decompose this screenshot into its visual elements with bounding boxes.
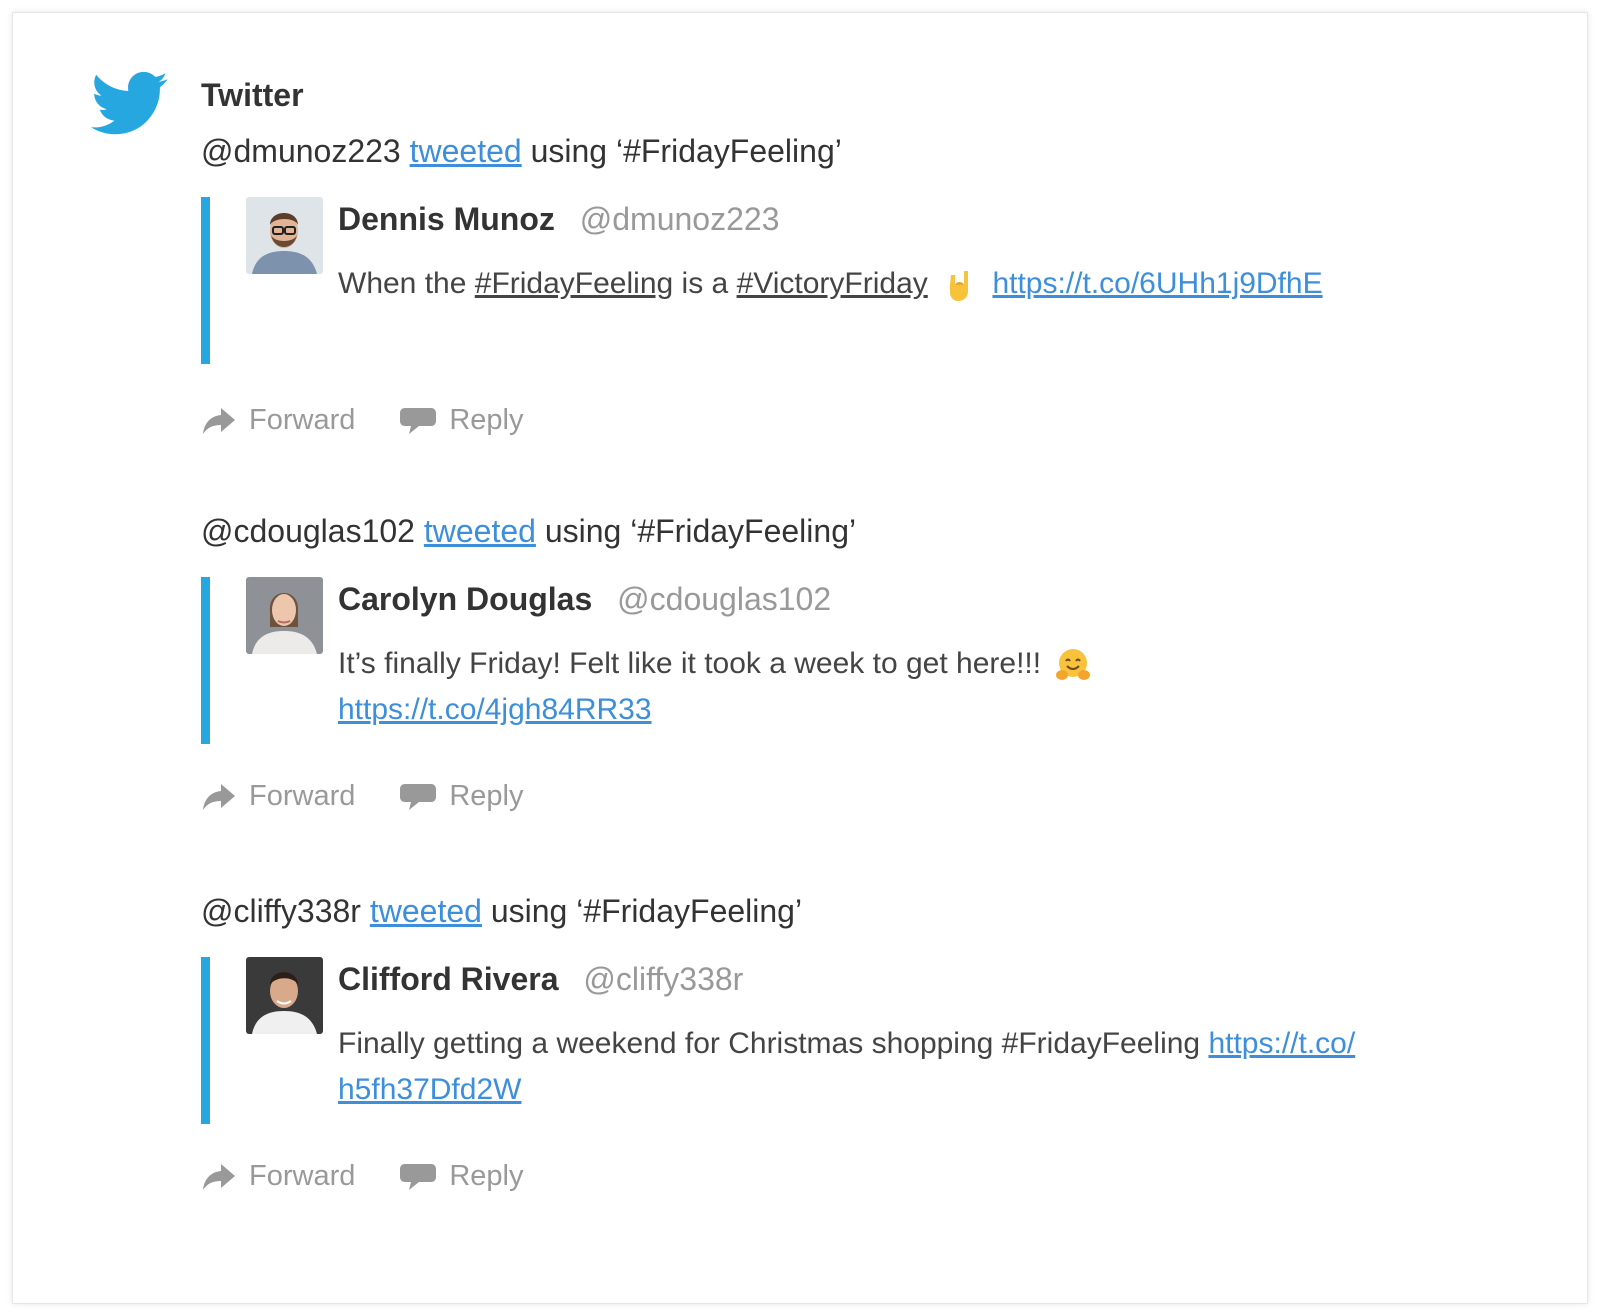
username: @dmunoz223 — [201, 133, 401, 169]
tweet-text-part: is a — [681, 267, 729, 300]
entry-intro: @cdouglas102 tweeted using ‘#FridayFeeli… — [201, 511, 1521, 551]
action-bar: Forward Reply — [201, 1160, 1521, 1193]
forward-arrow-icon — [203, 1163, 235, 1190]
forward-button[interactable]: Forward — [201, 1160, 355, 1193]
tweet-quote: Dennis Munoz @dmunoz223 When the #Friday… — [201, 197, 1521, 364]
reply-button[interactable]: Reply — [399, 404, 524, 437]
username: @cdouglas102 — [201, 513, 415, 549]
tweet-text: Finally getting a weekend for Christmas … — [338, 1021, 1458, 1113]
tweet-author-name: Dennis Munoz — [338, 201, 555, 237]
tweet-url-link[interactable]: https://t.co/6UHh1j9DfhE — [992, 267, 1322, 300]
tweet-text-part: Finally getting a weekend for Christmas … — [338, 1027, 1201, 1060]
reply-label: Reply — [449, 1160, 524, 1192]
intro-suffix: using ‘#FridayFeeling’ — [544, 513, 857, 549]
forward-label: Forward — [249, 404, 356, 436]
tweet-author-handle: @cdouglas102 — [617, 581, 832, 617]
tweet-author-name: Clifford Rivera — [338, 961, 559, 997]
tweet-url-link[interactable]: https://t.co/4jgh84RR33 — [338, 693, 652, 726]
forward-label: Forward — [249, 780, 356, 812]
reply-button[interactable]: Reply — [399, 780, 524, 813]
reply-label: Reply — [449, 780, 524, 812]
forward-button[interactable]: Forward — [201, 404, 355, 437]
reply-button[interactable]: Reply — [399, 1160, 524, 1193]
avatar — [246, 957, 323, 1034]
speech-bubble-icon — [400, 407, 437, 434]
forward-arrow-icon — [203, 783, 235, 810]
username: @cliffy338r — [201, 893, 361, 929]
entry-intro: @cliffy338r tweeted using ‘#FridayFeelin… — [201, 891, 1521, 931]
tweet-url-link[interactable]: https://t.co/ — [1208, 1027, 1355, 1060]
tweeted-link[interactable]: tweeted — [370, 893, 482, 929]
tweet-text-part: It’s finally Friday! Felt like it took a… — [338, 647, 1042, 680]
speech-bubble-icon — [400, 1163, 437, 1190]
entry-intro: @dmunoz223 tweeted using ‘#FridayFeeling… — [201, 131, 1521, 171]
tweet-author-handle: @cliffy338r — [583, 961, 744, 997]
forward-label: Forward — [249, 1160, 356, 1192]
avatar — [246, 197, 323, 274]
list-item: @dmunoz223 tweeted using ‘#FridayFeeling… — [201, 131, 1521, 437]
sign-of-the-horns-emoji — [950, 271, 969, 302]
action-bar: Forward Reply — [201, 404, 1521, 437]
twitter-bird-icon — [91, 71, 168, 135]
app-title: Twitter — [201, 77, 304, 113]
hugging-face-emoji — [1056, 649, 1091, 681]
action-bar: Forward Reply — [201, 780, 1521, 813]
speech-bubble-icon — [400, 783, 437, 810]
list-item: @cliffy338r tweeted using ‘#FridayFeelin… — [201, 891, 1521, 1193]
tweeted-link[interactable]: tweeted — [424, 513, 536, 549]
reply-label: Reply — [449, 404, 524, 436]
tweet-quote: Carolyn Douglas @cdouglas102 It’s finall… — [201, 577, 1521, 744]
intro-suffix: using ‘#FridayFeeling’ — [490, 893, 803, 929]
notification-card: Twitter @dmunoz223 tweeted using ‘#Frida… — [12, 12, 1588, 1304]
list-item: @cdouglas102 tweeted using ‘#FridayFeeli… — [201, 511, 1521, 813]
tweet-text: It’s finally Friday! Felt like it took a… — [338, 641, 1438, 733]
tweeted-link[interactable]: tweeted — [410, 133, 522, 169]
tweet-author-handle: @dmunoz223 — [579, 201, 780, 237]
hashtag-link[interactable]: #FridayFeeling — [475, 267, 673, 300]
intro-suffix: using ‘#FridayFeeling’ — [530, 133, 842, 169]
tweet-author-name: Carolyn Douglas — [338, 581, 593, 617]
tweet-text: When the #FridayFeeling is a #VictoryFri… — [338, 261, 1438, 307]
forward-button[interactable]: Forward — [201, 780, 355, 813]
forward-arrow-icon — [203, 407, 235, 434]
tweet-quote: Clifford Rivera @cliffy338r Finally gett… — [201, 957, 1521, 1124]
avatar — [246, 577, 323, 654]
tweet-text-part: When the — [338, 267, 467, 300]
tweet-url-link[interactable]: h5fh37Dfd2W — [338, 1073, 521, 1106]
hashtag-link[interactable]: #VictoryFriday — [737, 267, 928, 300]
